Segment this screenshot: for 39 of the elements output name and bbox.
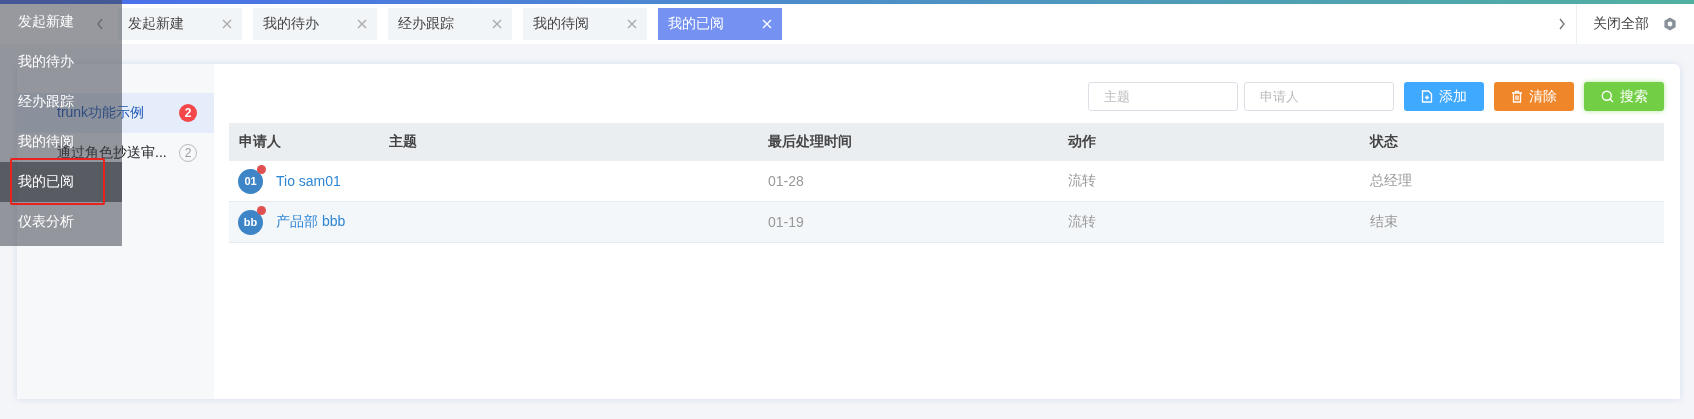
column-header[interactable]: 主题 xyxy=(379,133,758,151)
close-icon[interactable] xyxy=(492,19,502,29)
file-plus-icon xyxy=(1421,90,1433,103)
table-cell-text: 流转 xyxy=(1067,213,1097,231)
menu-item[interactable]: 发起新建 xyxy=(18,13,74,31)
column-header[interactable]: 最后处理时间 xyxy=(758,133,1058,151)
trash-icon xyxy=(1511,90,1523,103)
tab[interactable]: 我的待办 xyxy=(253,8,377,40)
filter-field[interactable]: 申请人 xyxy=(1244,82,1394,111)
avatar: 01 xyxy=(238,168,263,194)
menu-item[interactable]: 仪表分析 xyxy=(18,213,74,231)
tab[interactable]: 发起新建 xyxy=(118,8,242,40)
close-icon[interactable] xyxy=(627,19,637,29)
applicant-link[interactable]: 产品部 bbb xyxy=(276,213,346,231)
table-cell-text: 01-28 xyxy=(767,173,805,189)
column-header[interactable]: 申请人 xyxy=(229,133,379,151)
count-badge: 2 xyxy=(179,104,197,122)
chevron-right-icon[interactable] xyxy=(1558,18,1566,30)
column-header[interactable]: 动作 xyxy=(1058,133,1360,151)
close-all-button[interactable]: 关闭全部 xyxy=(1593,15,1649,33)
search-icon xyxy=(1600,90,1614,103)
tab[interactable]: 我的待阅 xyxy=(523,8,647,40)
filter-field[interactable]: 主题 xyxy=(1088,82,1238,111)
tab[interactable]: 经办跟踪 xyxy=(388,8,512,40)
table-cell-text: 总经理 xyxy=(1369,172,1413,190)
applicant-link[interactable]: Tio sam01 xyxy=(276,173,341,189)
column-header[interactable]: 状态 xyxy=(1360,133,1664,151)
add-button[interactable]: 添加 xyxy=(1404,82,1484,111)
menu-item[interactable]: 我的待办 xyxy=(18,53,74,71)
gear-icon[interactable] xyxy=(1663,17,1677,31)
table-cell-text: 流转 xyxy=(1067,172,1097,190)
close-icon[interactable] xyxy=(357,19,367,29)
clear-button[interactable]: 清除 xyxy=(1494,82,1574,111)
chevron-left-icon[interactable] xyxy=(96,18,104,30)
close-icon[interactable] xyxy=(222,19,232,29)
tab[interactable]: 我的已阅 xyxy=(658,8,782,40)
avatar: bb xyxy=(238,209,263,235)
table-cell-text: 01-19 xyxy=(767,214,805,230)
table-cell-text: 结束 xyxy=(1369,213,1399,231)
